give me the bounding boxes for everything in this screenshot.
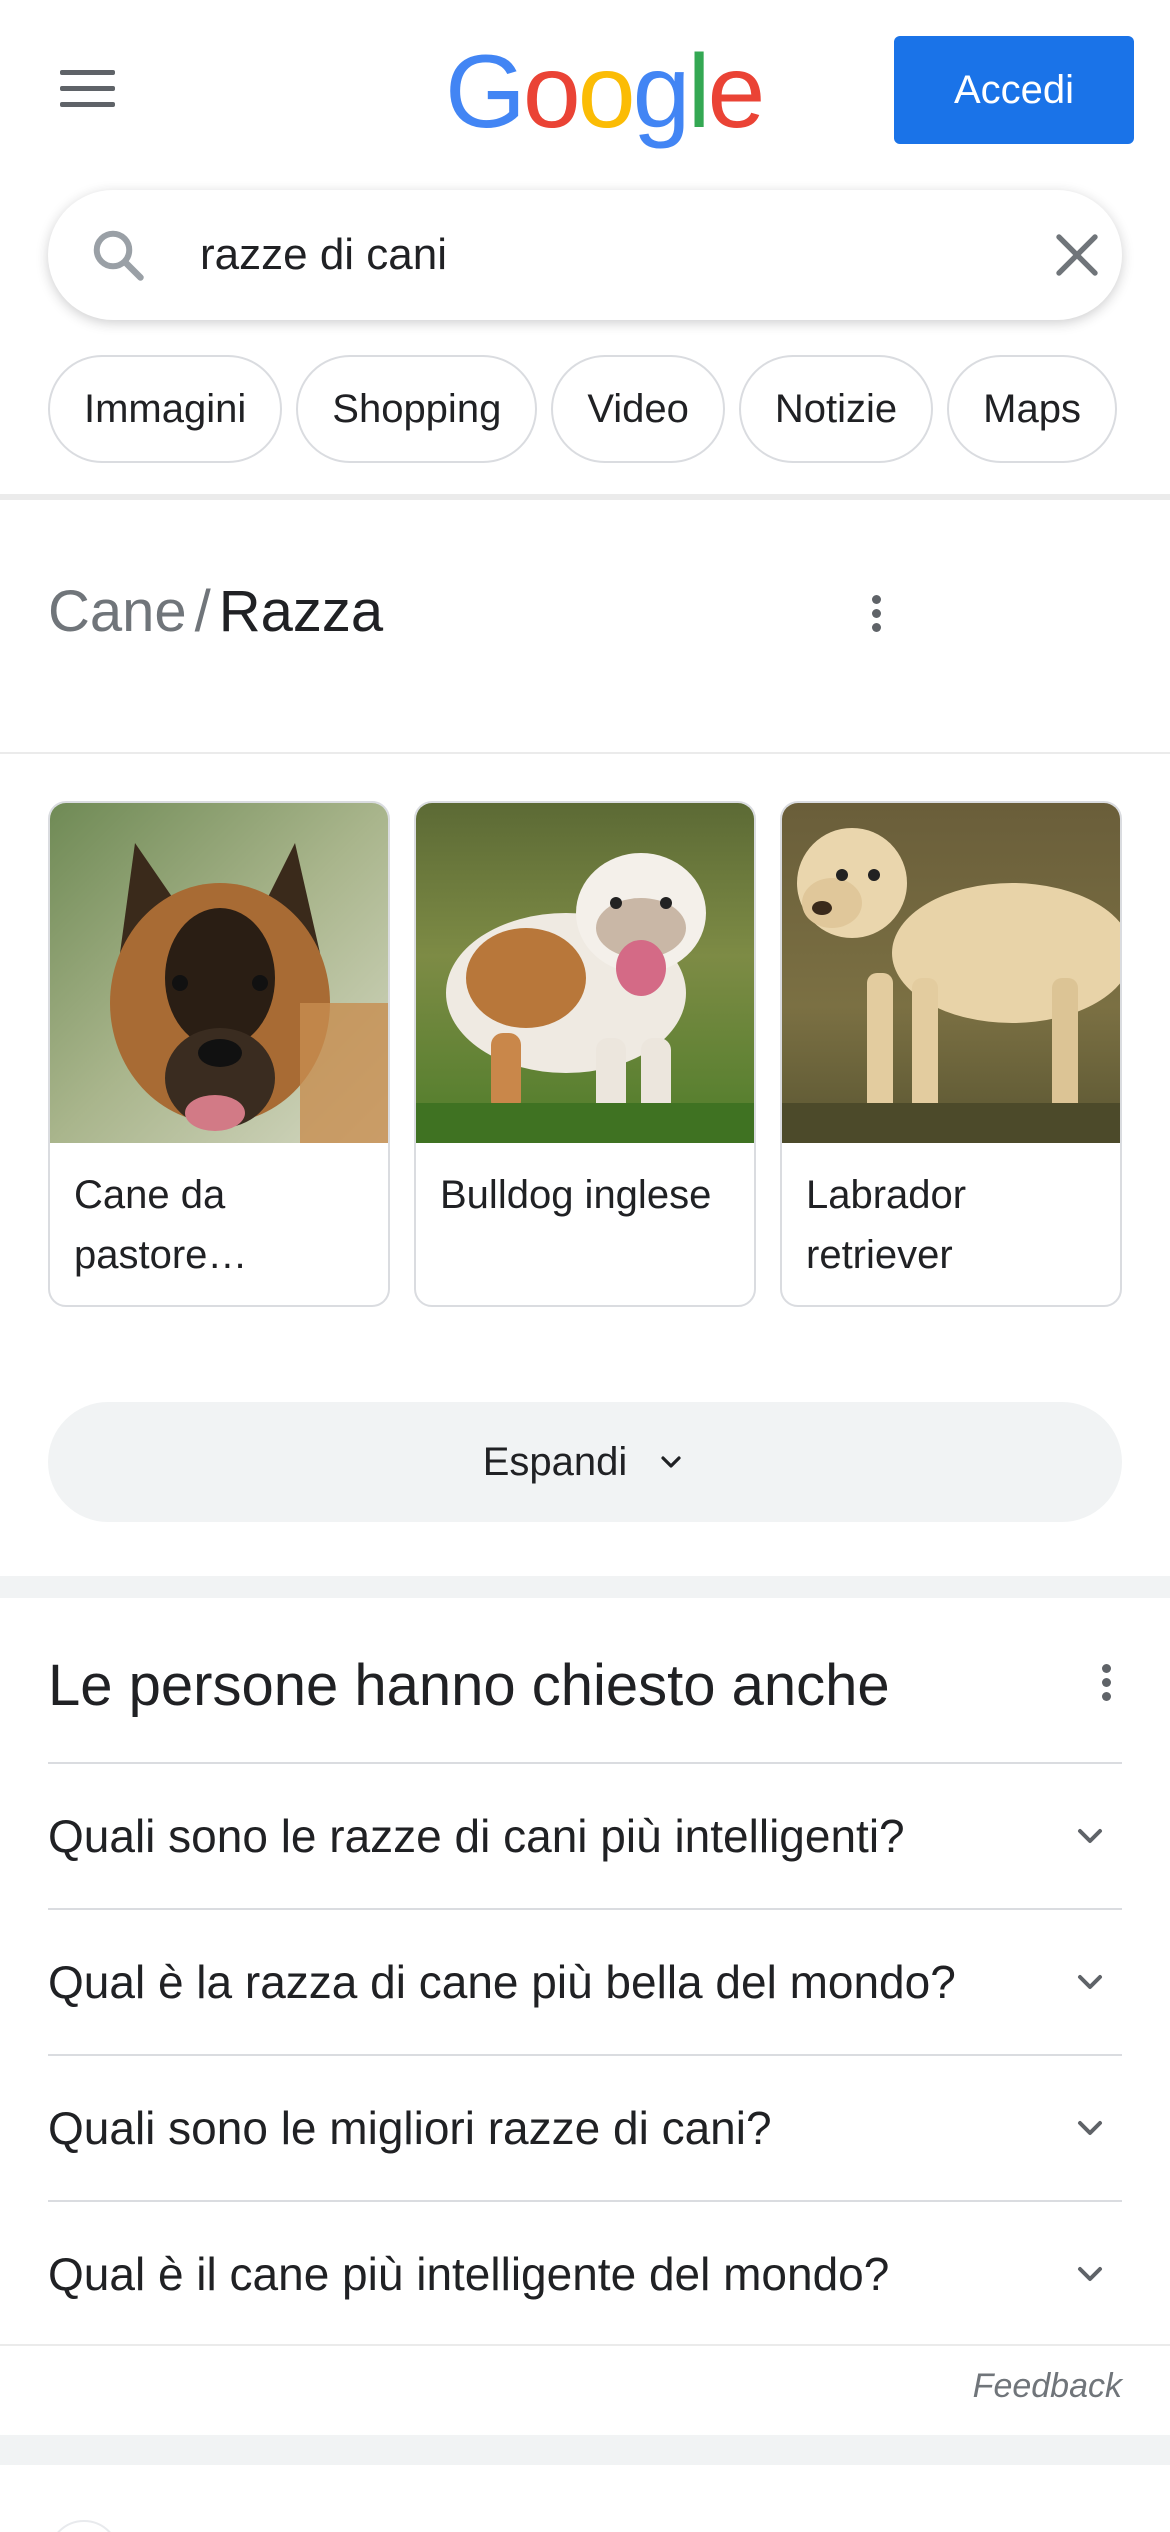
breadcrumb-parent[interactable]: Cane [48, 579, 187, 644]
chip-immagini[interactable]: Immagini [48, 355, 283, 463]
people-also-ask-title: Le persone hanno chiesto anche [48, 1653, 890, 1718]
divider [0, 752, 1170, 754]
paa-question[interactable]: Qual è il cane più intelligente del mond… [48, 2200, 1122, 2346]
divider [0, 2344, 1170, 2346]
feedback-link[interactable]: Feedback [973, 2367, 1122, 2406]
breed-photo-german-shepherd [50, 803, 388, 1143]
breed-photo-english-bulldog [416, 803, 754, 1143]
paa-question[interactable]: Qual è la razza di cane più bella del mo… [48, 1908, 1122, 2054]
expand-label: Espandi [482, 1439, 628, 1484]
search-box[interactable] [48, 190, 1122, 320]
section-divider [0, 2435, 1170, 2465]
header: Google Accedi [0, 0, 1170, 180]
section-divider [0, 494, 1170, 500]
people-also-ask-list: Quali sono le razze di cani più intellig… [48, 1762, 1122, 2346]
chip-maps[interactable]: Maps [947, 355, 1117, 463]
paa-question[interactable]: Quali sono le migliori razze di cani? [48, 2054, 1122, 2200]
signin-button[interactable]: Accedi [894, 36, 1134, 144]
more-options-icon[interactable] [1090, 1652, 1120, 1712]
google-logo[interactable]: Google [445, 40, 765, 144]
breed-carousel: Cane da pastore… Bulldog inglese Labrado… [48, 801, 1170, 1307]
paa-question-text: Qual è il cane più intelligente del mond… [48, 2248, 890, 2300]
chevron-down-icon [661, 1456, 681, 1468]
breed-card[interactable]: Cane da pastore… [48, 801, 390, 1307]
breed-breadcrumb: Cane / Razza [48, 575, 383, 649]
section-divider [0, 1576, 1170, 1598]
breed-card[interactable]: Labrador retriever [780, 801, 1122, 1307]
breed-name: Cane da pastore… [74, 1173, 248, 1277]
more-options-icon[interactable] [860, 583, 890, 643]
chevron-down-icon [1078, 2121, 1102, 2135]
chevron-down-icon [1078, 1975, 1102, 1989]
chevron-down-icon [1078, 1829, 1102, 1843]
breed-name: Labrador retriever [806, 1173, 967, 1277]
next-result-partial[interactable] [48, 2490, 1122, 2532]
site-favicon-icon [48, 2520, 120, 2532]
breadcrumb-current: Razza [218, 579, 384, 644]
chip-shopping[interactable]: Shopping [296, 355, 538, 463]
breed-photo-labrador [782, 803, 1120, 1143]
expand-button[interactable]: Espandi [48, 1402, 1122, 1522]
chip-video[interactable]: Video [551, 355, 725, 463]
paa-question-text: Qual è la razza di cane più bella del mo… [48, 1956, 956, 2008]
paa-question[interactable]: Quali sono le razze di cani più intellig… [48, 1762, 1122, 1908]
hamburger-menu-icon[interactable] [50, 58, 130, 118]
breed-name: Bulldog inglese [440, 1173, 712, 1217]
clear-icon[interactable] [1050, 228, 1104, 282]
search-icon[interactable] [88, 225, 148, 285]
search-input[interactable] [200, 220, 1000, 290]
paa-question-text: Quali sono le razze di cani più intellig… [48, 1810, 905, 1862]
paa-question-text: Quali sono le migliori razze di cani? [48, 2102, 772, 2154]
chip-notizie[interactable]: Notizie [738, 355, 934, 463]
breed-card[interactable]: Bulldog inglese [414, 801, 756, 1307]
breadcrumb-separator: / [194, 579, 211, 644]
search-filter-chips: Immagini Shopping Video Notizie Maps [48, 355, 1170, 465]
chevron-down-icon [1078, 2267, 1102, 2281]
